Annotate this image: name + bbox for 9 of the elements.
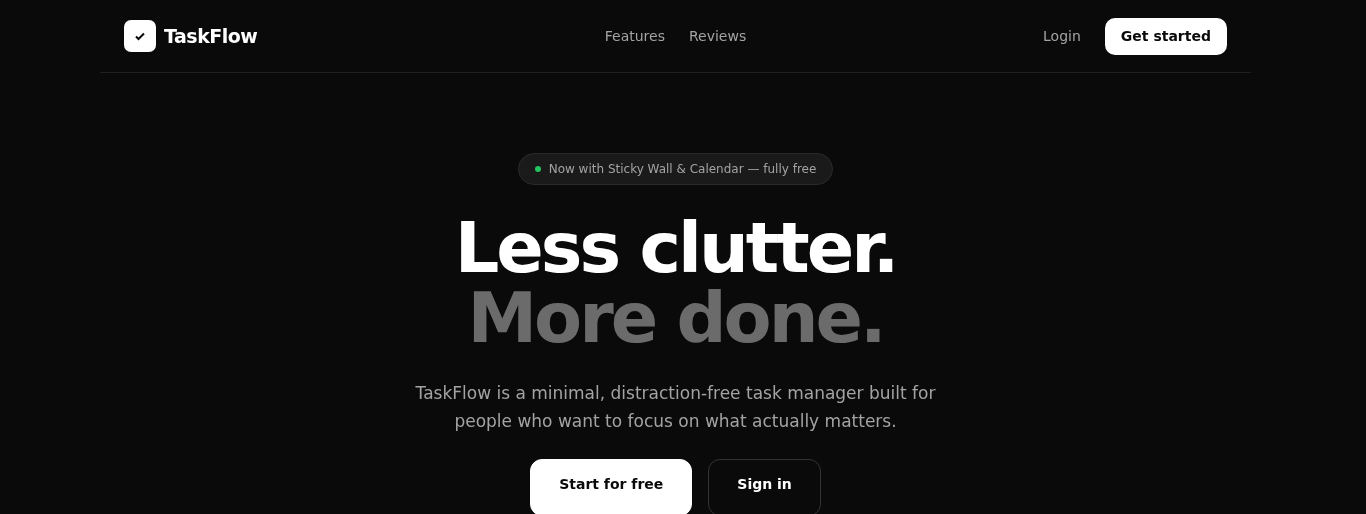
get-started-button[interactable]: Get started bbox=[1104, 17, 1227, 55]
nav-link[interactable]: Reviews bbox=[688, 25, 747, 47]
login-link[interactable]: Login bbox=[1043, 25, 1081, 47]
brand-name: TaskFlow bbox=[164, 23, 258, 49]
logo-icon bbox=[124, 20, 156, 52]
hero-description: TaskFlow is a minimal, distraction-free task manager built for people who want to focus on what actually matters. bbox=[414, 382, 937, 433]
nav-link[interactable]: Features bbox=[604, 25, 665, 47]
announcement-text: Now with Sticky Wall & Calendar — fully free bbox=[548, 161, 817, 178]
start-button[interactable]: Start for free bbox=[530, 459, 693, 514]
